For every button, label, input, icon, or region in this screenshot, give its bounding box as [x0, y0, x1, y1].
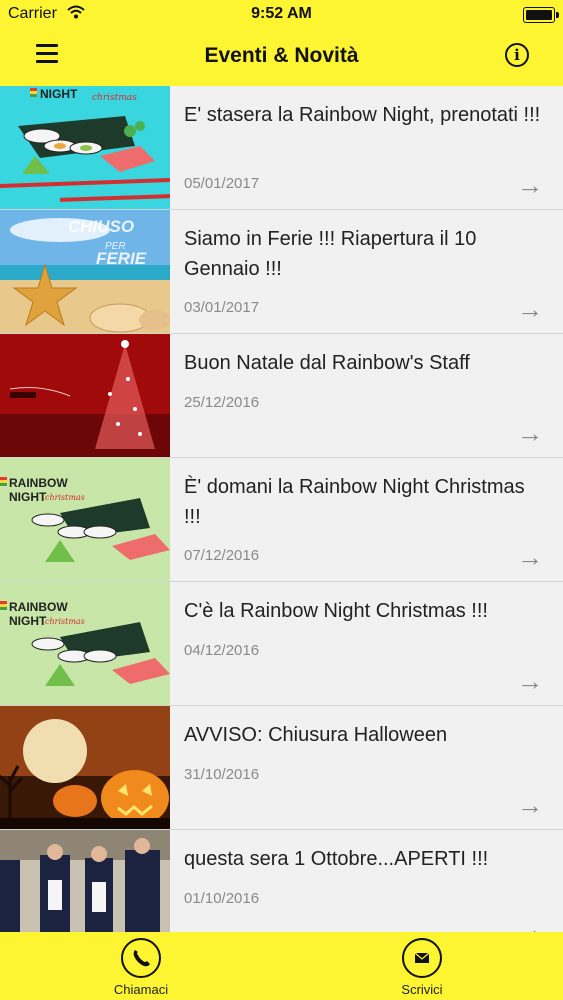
thumb-night-text: NIGHT	[9, 490, 47, 504]
event-title: È' domani la Rainbow Night Christmas !!!	[184, 476, 525, 528]
page-title: Eventi & Novità	[204, 44, 359, 67]
arrow-right-icon[interactable]: →	[517, 790, 543, 821]
arrow-right-icon[interactable]: →	[517, 666, 543, 697]
battery-icon	[523, 7, 559, 23]
phone-icon	[121, 938, 161, 978]
event-row[interactable]: CHIUSO PER FERIE Siamo in Ferie !!! Riap…	[0, 210, 563, 334]
event-row[interactable]: RAINBOW NIGHT christmas È' domani la Rai…	[0, 458, 563, 582]
thumb-chiuso-text: CHIUSO	[68, 217, 134, 236]
event-title: questa sera 1 Ottobre...APERTI !!!	[184, 848, 489, 870]
thumb-ferie-text: FERIE	[96, 249, 147, 268]
envelope-icon	[402, 938, 442, 978]
status-time: 9:52 AM	[251, 5, 312, 22]
event-row[interactable]: RAINBOW NIGHT christmas C'è la Rainbow N…	[0, 582, 563, 706]
tab-write[interactable]: Scrivici	[382, 938, 462, 997]
event-date: 04/12/2016	[184, 642, 260, 659]
event-title: E' stasera la Rainbow Night, prenotati !…	[184, 104, 541, 126]
arrow-right-icon[interactable]: →	[517, 542, 543, 573]
thumb-rainbow-text: RAINBOW	[9, 600, 68, 614]
tab-bar: Chiamaci Scrivici	[0, 932, 563, 1000]
event-date: 25/12/2016	[184, 394, 260, 411]
arrow-right-icon[interactable]: →	[517, 418, 543, 449]
thumb-night-text: NIGHT	[40, 87, 78, 101]
arrow-right-icon[interactable]: →	[517, 294, 543, 325]
event-row[interactable]: NIGHT christmas E' stasera la Rainbow Ni…	[0, 86, 563, 210]
event-thumbnail	[0, 706, 170, 829]
event-thumbnail: NIGHT christmas	[0, 86, 170, 209]
event-thumbnail: CHIUSO PER FERIE	[0, 210, 170, 333]
thumb-christmas-text: christmas	[45, 493, 85, 502]
event-row[interactable]: AVVISO: Chiusura Halloween 31/10/2016 →	[0, 706, 563, 830]
nav-bar: Eventi & Novità i	[0, 30, 563, 86]
event-row[interactable]: Buon Natale dal Rainbow's Staff 25/12/20…	[0, 334, 563, 458]
tab-call[interactable]: Chiamaci	[101, 938, 181, 997]
event-date: 31/10/2016	[184, 766, 260, 783]
arrow-right-icon[interactable]: →	[517, 914, 543, 932]
event-thumbnail: RAINBOW NIGHT christmas	[0, 582, 170, 705]
event-thumbnail	[0, 830, 170, 932]
info-icon[interactable]: i	[505, 43, 529, 67]
thumb-christmas-text: christmas	[92, 93, 137, 103]
arrow-right-icon[interactable]: →	[517, 170, 543, 201]
event-date: 03/01/2017	[184, 299, 260, 316]
tab-write-label: Scrivici	[401, 982, 443, 997]
event-thumbnail: RAINBOW NIGHT christmas	[0, 458, 170, 581]
event-title: AVVISO: Chiusura Halloween	[184, 724, 448, 746]
event-title: Buon Natale dal Rainbow's Staff	[184, 352, 470, 374]
event-list[interactable]: NIGHT christmas E' stasera la Rainbow Ni…	[0, 86, 563, 932]
event-date: 07/12/2016	[184, 547, 260, 564]
thumb-christmas-text: christmas	[45, 617, 85, 626]
event-date: 05/01/2017	[184, 175, 260, 192]
thumb-rainbow-text: RAINBOW	[9, 476, 68, 490]
tab-call-label: Chiamaci	[113, 982, 169, 997]
event-date: 01/10/2016	[184, 890, 260, 907]
event-row[interactable]: questa sera 1 Ottobre...APERTI !!! 01/10…	[0, 830, 563, 932]
event-title: C'è la Rainbow Night Christmas !!!	[184, 600, 488, 622]
event-title: Siamo in Ferie !!! Riapertura il 10 Genn…	[184, 228, 477, 280]
status-bar: Carrier 9:52 AM	[0, 0, 563, 30]
thumb-night-text: NIGHT	[9, 614, 47, 628]
event-thumbnail	[0, 334, 170, 457]
